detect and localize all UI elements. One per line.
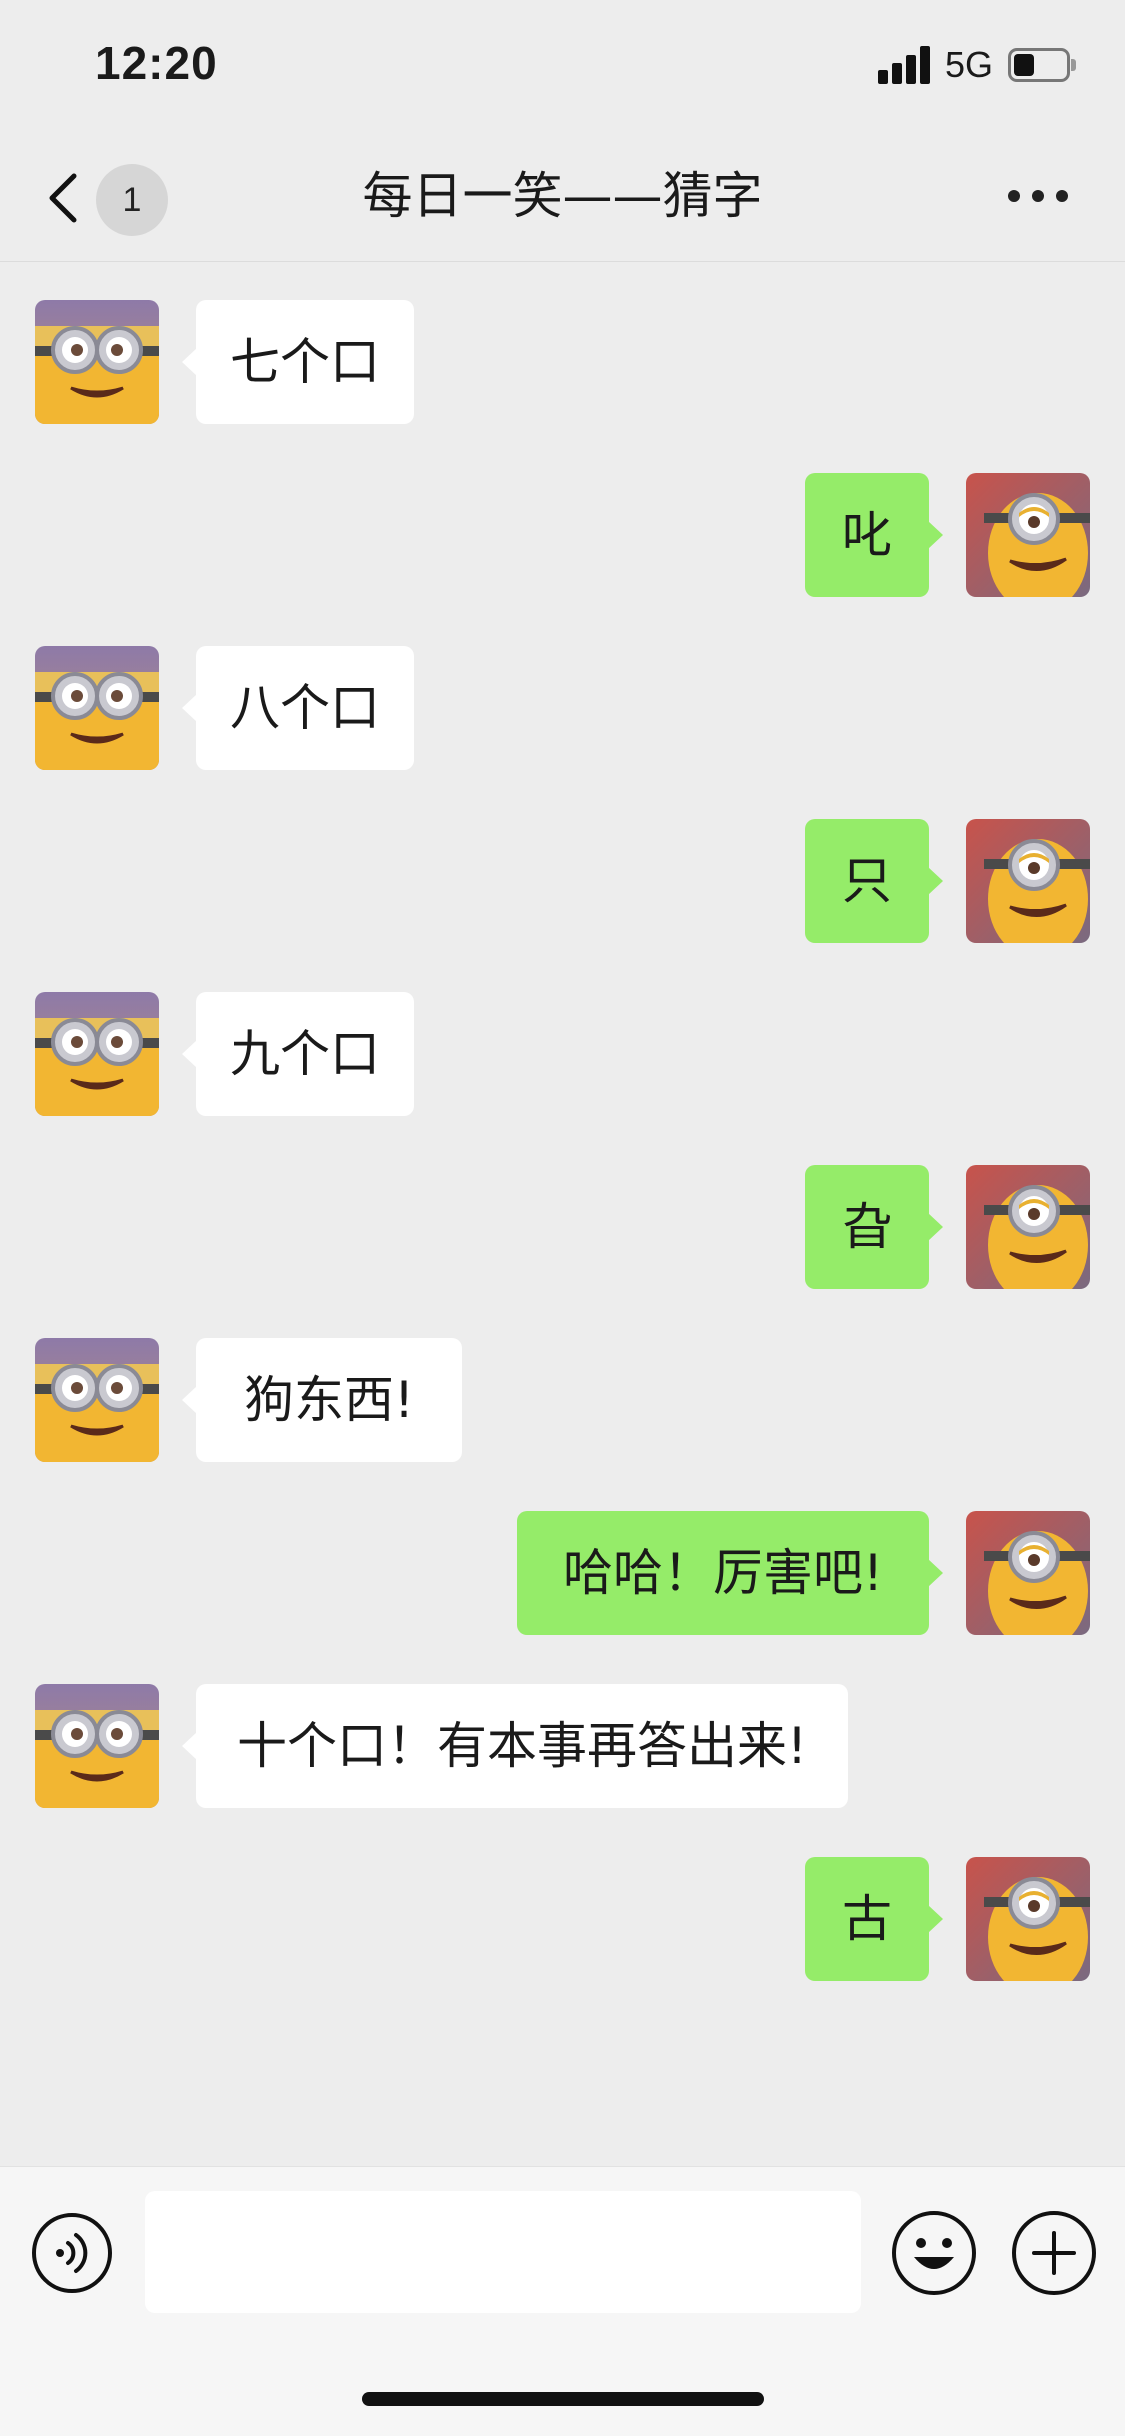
message-text: 旮 (842, 1198, 892, 1256)
message-bubble[interactable]: 哈哈！厉害吧! (517, 1511, 943, 1635)
outgoing-message: 古 (0, 1857, 1125, 1981)
bubble-tail (182, 1040, 197, 1068)
message-bubble[interactable]: 古 (805, 1857, 943, 1981)
message-text: 只 (842, 852, 892, 910)
incoming-message: 十个口！有本事再答出来! (0, 1684, 1125, 1808)
self-avatar[interactable] (966, 1857, 1090, 1981)
self-avatar[interactable] (966, 1165, 1090, 1289)
incoming-message: 九个口 (0, 992, 1125, 1116)
incoming-message: 八个口 (0, 646, 1125, 770)
bubble-tail (182, 348, 197, 376)
message-bubble[interactable]: 狗东西! (182, 1338, 462, 1462)
sender-avatar[interactable] (35, 646, 159, 770)
chat-screen: 12:20 5G 每日一笑——猜字 1 七个口 叱 八个口 只 九个口 旮 狗东… (0, 0, 1125, 2436)
back-button[interactable] (40, 168, 90, 228)
message-bubble[interactable]: 旮 (805, 1165, 943, 1289)
message-bubble[interactable]: 七个口 (182, 300, 414, 424)
status-bar: 12:20 5G (0, 0, 1125, 130)
sender-avatar[interactable] (35, 1684, 159, 1808)
nav-bar: 每日一笑——猜字 1 (0, 130, 1125, 262)
voice-input-icon (32, 2213, 112, 2293)
sender-avatar[interactable] (35, 992, 159, 1116)
message-bubble[interactable]: 十个口！有本事再答出来! (182, 1684, 848, 1808)
message-text: 狗东西! (243, 1371, 415, 1429)
bubble-tail (928, 521, 943, 549)
message-bubble[interactable]: 叱 (805, 473, 943, 597)
bubble-tail (182, 1386, 197, 1414)
self-avatar[interactable] (966, 1511, 1090, 1635)
message-text: 九个口 (230, 1025, 380, 1083)
message-text: 八个口 (230, 679, 380, 737)
chevron-left-icon (49, 173, 77, 223)
message-text: 七个口 (230, 333, 380, 391)
outgoing-message: 叱 (0, 473, 1125, 597)
signal-icon (878, 46, 932, 84)
message-bubble[interactable]: 八个口 (182, 646, 414, 770)
sender-avatar[interactable] (35, 1338, 159, 1462)
home-indicator[interactable] (362, 2392, 764, 2406)
message-text: 叱 (842, 506, 892, 564)
message-bubble[interactable]: 九个口 (182, 992, 414, 1116)
incoming-message: 七个口 (0, 300, 1125, 424)
message-text: 古 (842, 1890, 892, 1948)
outgoing-message: 哈哈！厉害吧! (0, 1511, 1125, 1635)
outgoing-message: 只 (0, 819, 1125, 943)
bubble-tail (928, 867, 943, 895)
message-input[interactable] (145, 2191, 861, 2313)
more-dots-icon (1008, 190, 1020, 202)
message-bubble[interactable]: 只 (805, 819, 943, 943)
emoji-icon (892, 2211, 976, 2295)
status-time: 12:20 (95, 37, 218, 89)
message-text: 哈哈！厉害吧! (562, 1544, 884, 1602)
bubble-tail (928, 1905, 943, 1933)
outgoing-message: 旮 (0, 1165, 1125, 1289)
sender-avatar[interactable] (35, 300, 159, 424)
bubble-tail (182, 694, 197, 722)
plus-button[interactable] (1010, 2209, 1098, 2297)
voice-button[interactable] (30, 2211, 114, 2295)
self-avatar[interactable] (966, 473, 1090, 597)
bubble-tail (928, 1213, 943, 1241)
plus-icon (1012, 2211, 1096, 2295)
chat-title: 每日一笑——猜字 (362, 167, 763, 225)
emoji-button[interactable] (890, 2209, 978, 2297)
battery-icon (1008, 48, 1076, 82)
network-type: 5G (945, 44, 994, 85)
message-text: 十个口！有本事再答出来! (236, 1717, 808, 1775)
bubble-tail (928, 1559, 943, 1587)
self-avatar[interactable] (966, 819, 1090, 943)
bubble-tail (182, 1732, 197, 1760)
incoming-message: 狗东西! (0, 1338, 1125, 1462)
unread-count-badge[interactable]: 1 (96, 164, 168, 236)
more-options-button[interactable] (1008, 184, 1068, 208)
